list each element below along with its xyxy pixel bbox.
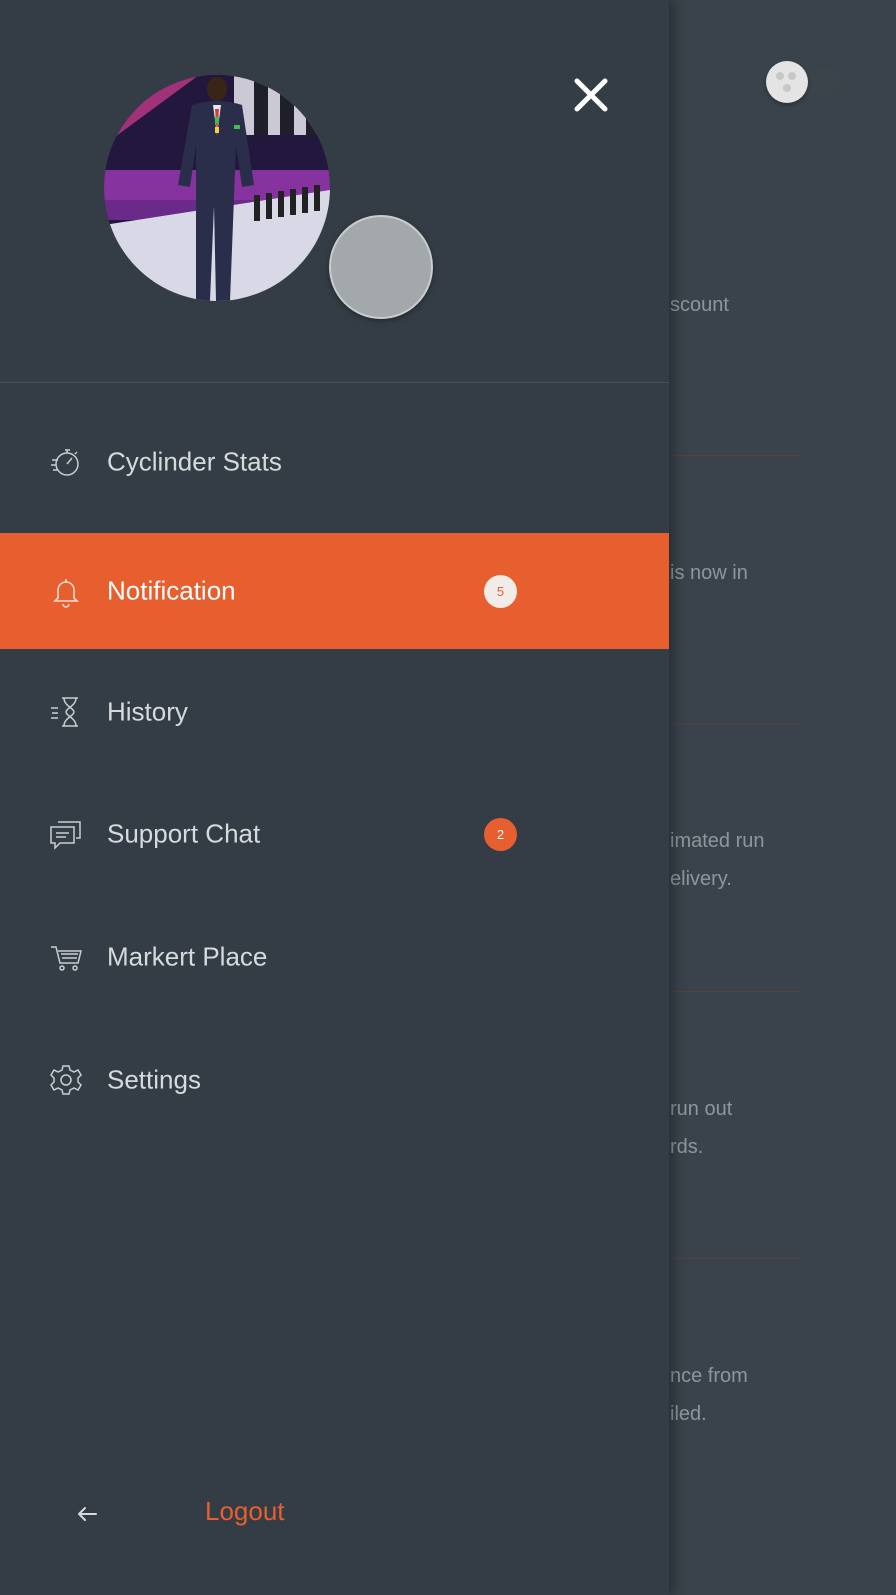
cart-icon [48,939,84,975]
menu-item-label: Markert Place [107,941,268,972]
notification-text: nce from [670,1365,748,1387]
menu-item-label: Settings [107,1064,201,1095]
divider [668,1258,802,1259]
notification-text: iled. [670,1403,707,1425]
notification-text: elivery. [670,868,732,890]
close-button[interactable] [570,74,612,116]
menu-item-label: History [107,696,188,727]
hourglass-icon [48,694,84,730]
notification-text: imated run [670,830,765,852]
menu-item-notification[interactable]: Notification 5 [0,533,669,649]
notification-text: rds. [670,1136,704,1158]
divider [668,723,802,724]
avatar-edit-button[interactable] [329,215,433,319]
chat-icon [48,816,84,852]
logout-button[interactable]: Logout [205,1496,285,1527]
notification-count-badge: 5 [484,575,517,608]
menu-item-label: Support Chat [107,818,261,849]
side-drawer: Cyclinder Stats Notification 5 History S… [0,0,669,1595]
stopwatch-icon [48,444,84,480]
divider [668,991,802,992]
arrow-left-icon [78,1507,97,1521]
divider [668,455,802,456]
logout-row: Logout [0,1488,669,1540]
notification-text: run out [670,1098,733,1120]
toggle-knob [766,61,808,103]
close-icon [574,78,608,112]
gear-icon [48,1062,84,1098]
menu-item-label: Cyclinder Stats [107,446,282,477]
menu-item-support-chat[interactable]: Support Chat 2 [0,776,669,892]
menu-item-label: Notification [107,575,236,606]
avatar[interactable] [104,75,330,301]
notification-text: is now in [670,562,748,584]
menu-item-cylinder-stats[interactable]: Cyclinder Stats [0,404,669,520]
menu-item-settings[interactable]: Settings [0,1022,669,1138]
chat-count-badge: 2 [484,818,517,851]
back-button[interactable] [74,1498,100,1530]
drawer-header [0,0,669,383]
theme-toggle[interactable] [766,61,844,103]
menu-item-market-place[interactable]: Markert Place [0,899,669,1015]
menu-item-history[interactable]: History [0,654,669,770]
bell-icon [48,573,84,609]
notification-text: scount [670,294,729,316]
